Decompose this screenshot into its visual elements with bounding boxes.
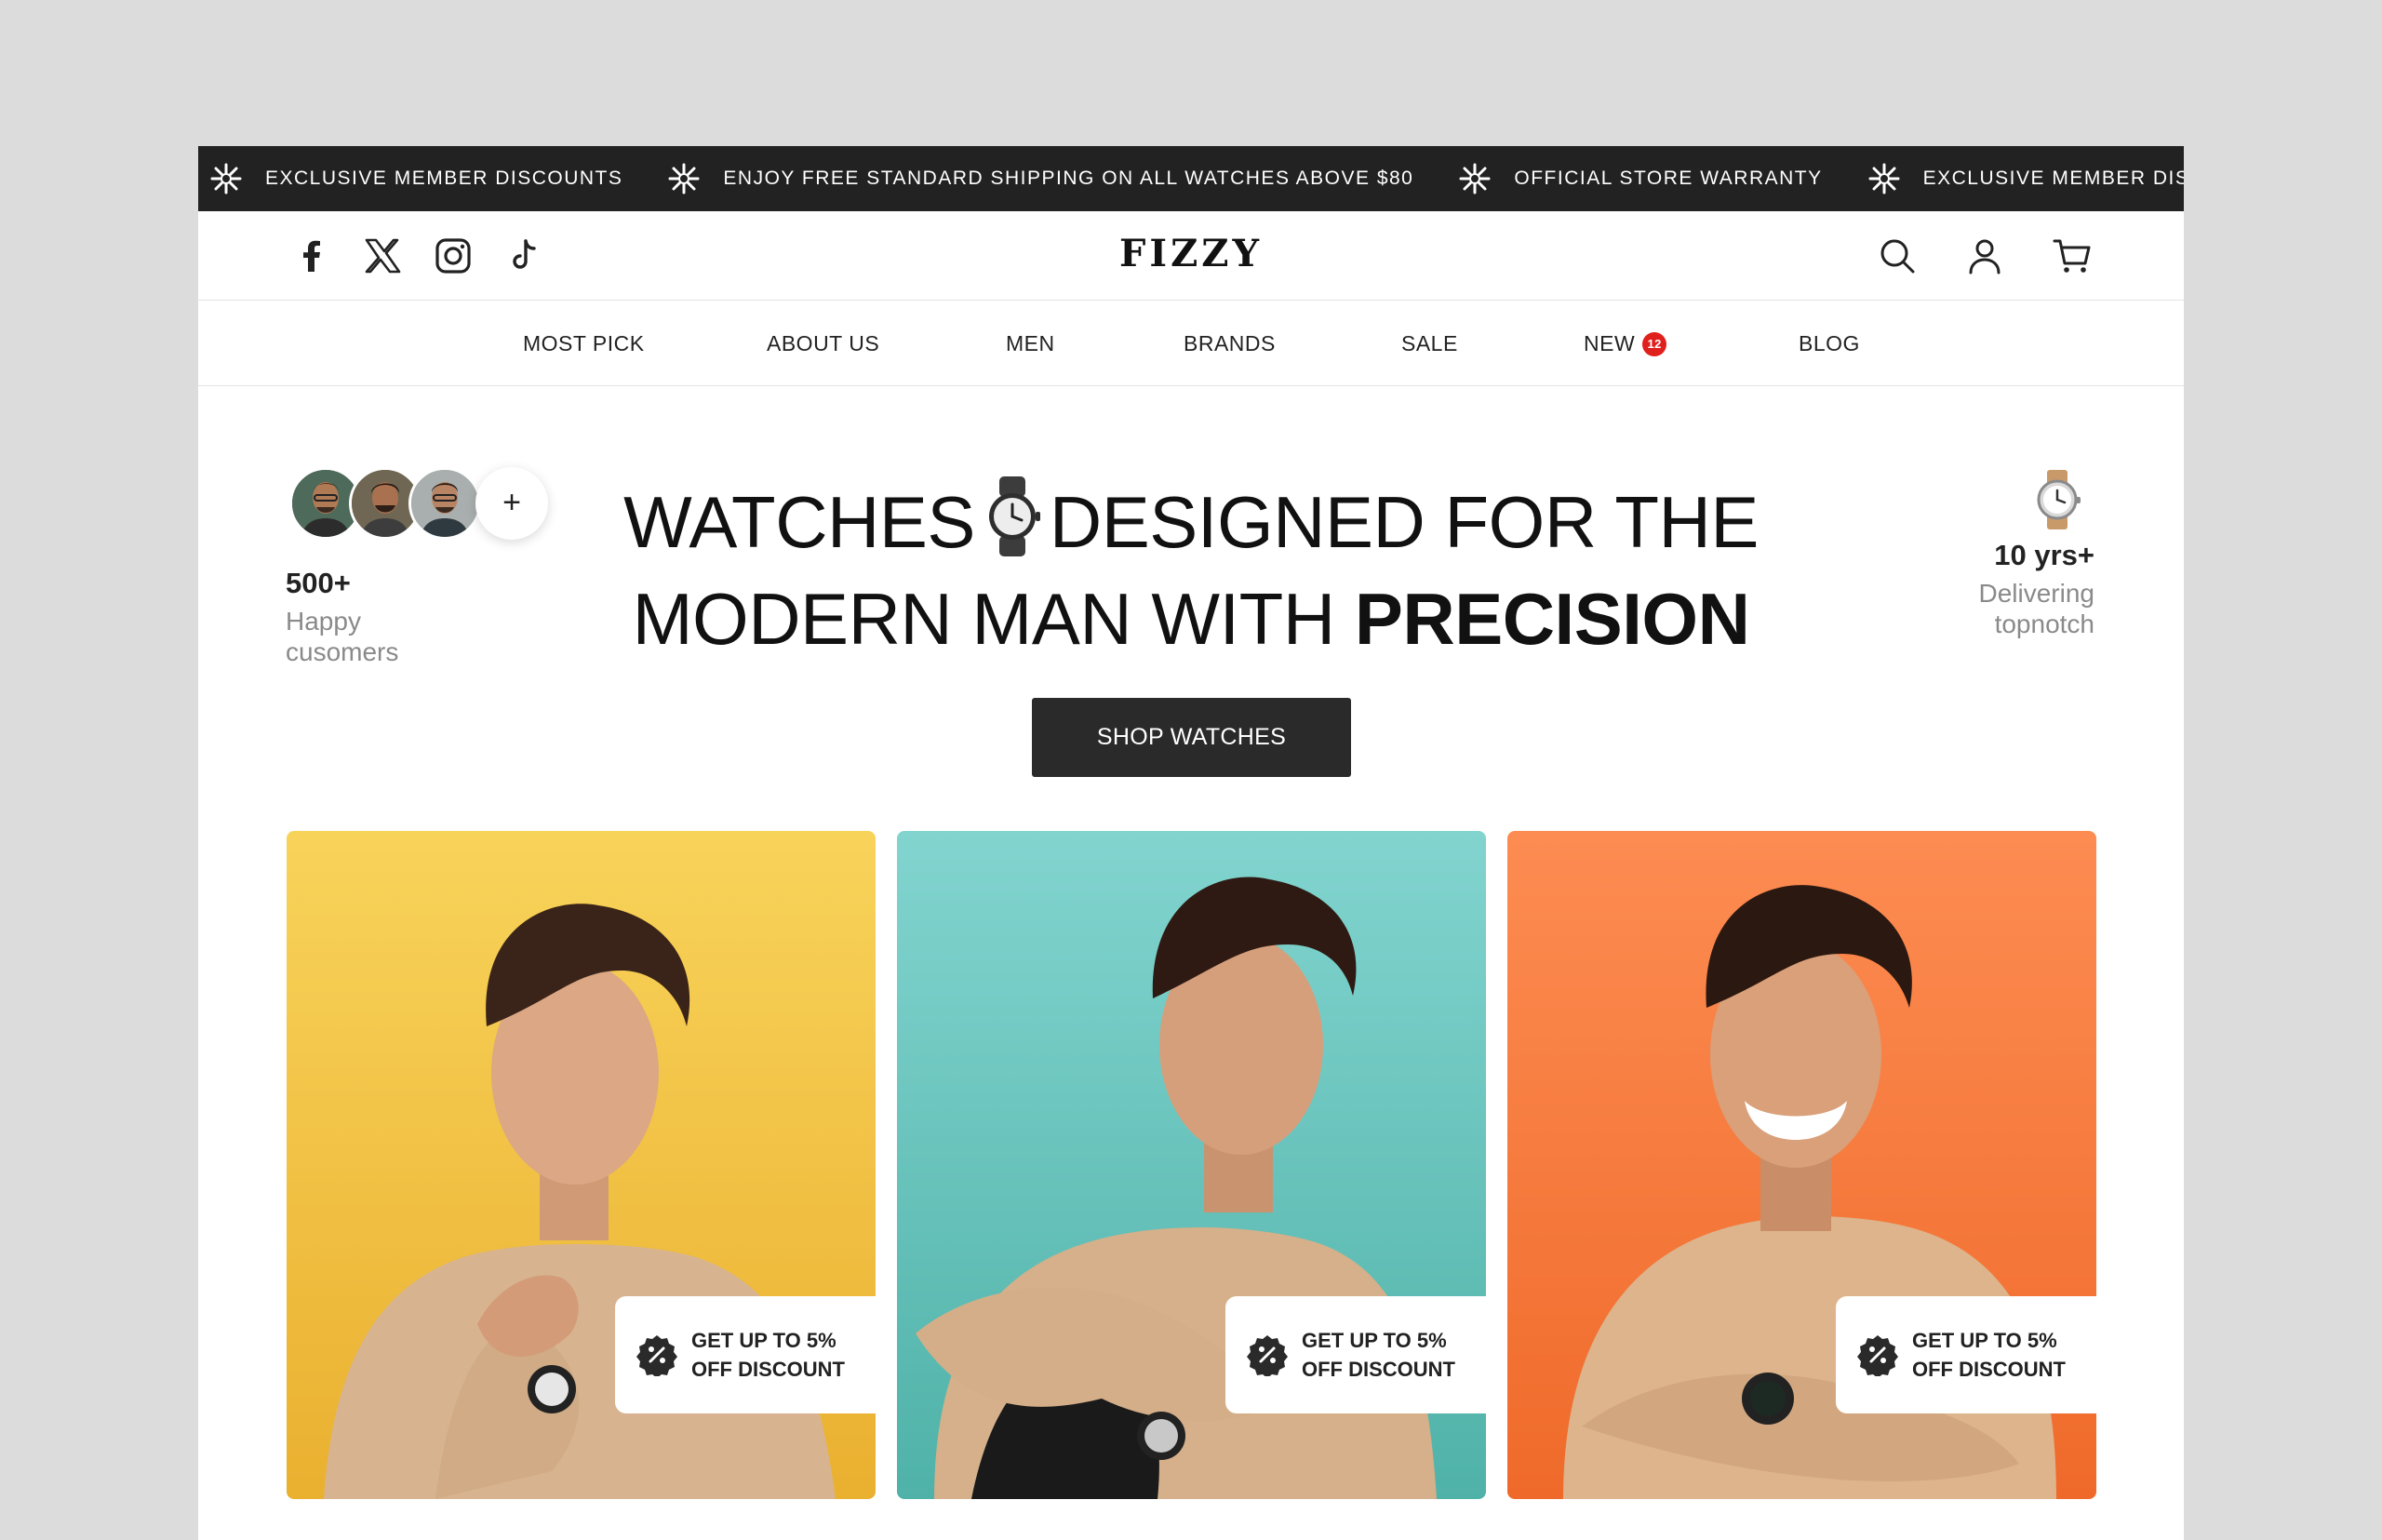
sparkle-icon [1459, 163, 1491, 194]
promo-text: GET UP TO 5% OFF DISCOUNT [1302, 1329, 1455, 1381]
shop-watches-button[interactable]: SHOP WATCHES [1032, 698, 1351, 777]
main-nav: MOST PICK ABOUT US MEN BRANDS SALE NEW 12… [198, 301, 2184, 386]
discount-badge-icon [636, 1335, 677, 1376]
product-card[interactable]: GET UP TO 5% OFF DISCOUNT [1507, 831, 2096, 1499]
nav-item-new-label: NEW [1584, 331, 1636, 355]
discount-promo[interactable]: GET UP TO 5% OFF DISCOUNT [615, 1296, 876, 1413]
discount-badge-icon [1857, 1335, 1898, 1376]
header-actions [1875, 234, 2094, 278]
customer-label: Happy cusomers [286, 607, 399, 666]
nav-item-brands[interactable]: BRANDS [1184, 301, 1276, 386]
discount-promo[interactable]: GET UP TO 5% OFF DISCOUNT [1836, 1296, 2096, 1413]
avatar [408, 467, 481, 540]
announcement-bar: EXCLUSIVE MEMBER DISCOUNTS ENJOY FREE ST… [198, 146, 2184, 211]
headline-bold: PRECISION [1354, 578, 1750, 660]
promo-text: GET UP TO 5% OFF DISCOUNT [691, 1329, 845, 1381]
product-card[interactable]: GET UP TO 5% OFF DISCOUNT [287, 831, 876, 1499]
announcement-text: OFFICIAL STORE WARRANTY [1514, 167, 1823, 189]
announcement-text: EXCLUSIVE MEMBER DISCOUNTS [1922, 167, 2184, 189]
page-frame: EXCLUSIVE MEMBER DISCOUNTS ENJOY FREE ST… [198, 146, 2184, 1540]
discount-badge-icon [1247, 1335, 1288, 1376]
watch-icon [988, 476, 1040, 556]
nav-item-new[interactable]: NEW 12 [1584, 301, 1667, 386]
user-icon[interactable] [1962, 234, 2007, 278]
sparkle-icon [668, 163, 700, 194]
new-count-badge: 12 [1642, 332, 1667, 356]
announcement-text: EXCLUSIVE MEMBER DISCOUNTS [265, 167, 623, 189]
sparkle-icon [210, 163, 242, 194]
announcement-text: ENJOY FREE STANDARD SHIPPING ON ALL WATC… [723, 167, 1414, 189]
promo-text: GET UP TO 5% OFF DISCOUNT [1912, 1329, 2066, 1381]
nav-item-sale[interactable]: SALE [1401, 301, 1458, 386]
customer-count: 500+ [286, 567, 351, 599]
headline-part2: DESIGNED FOR THE [1049, 481, 1759, 563]
discount-promo[interactable]: GET UP TO 5% OFF DISCOUNT [1225, 1296, 1486, 1413]
nav-item-most-pick[interactable]: MOST PICK [523, 301, 645, 386]
cart-icon[interactable] [2050, 234, 2094, 278]
headline-part3: MODERN MAN WITH [632, 578, 1336, 660]
headline-part1: WATCHES [623, 481, 975, 563]
nav-item-blog[interactable]: BLOG [1799, 301, 1860, 386]
wristwatch-icon [2037, 470, 2081, 529]
add-customer-button[interactable]: + [475, 467, 548, 540]
customer-avatars: + [289, 467, 550, 542]
product-card[interactable]: GET UP TO 5% OFF DISCOUNT [897, 831, 1486, 1499]
hero-headline: WATCHES DESIGNED FOR THE MODERN MAN WITH … [570, 474, 1812, 667]
site-header: FIZZY [198, 211, 2184, 301]
nav-item-men[interactable]: MEN [1006, 301, 1055, 386]
sparkle-icon [1868, 163, 1900, 194]
nav-item-about-us[interactable]: ABOUT US [767, 301, 879, 386]
experience-count: 10 yrs+ [1994, 539, 2094, 571]
search-icon[interactable] [1875, 234, 1920, 278]
experience-label: Delivering topnotch [1978, 579, 2095, 638]
